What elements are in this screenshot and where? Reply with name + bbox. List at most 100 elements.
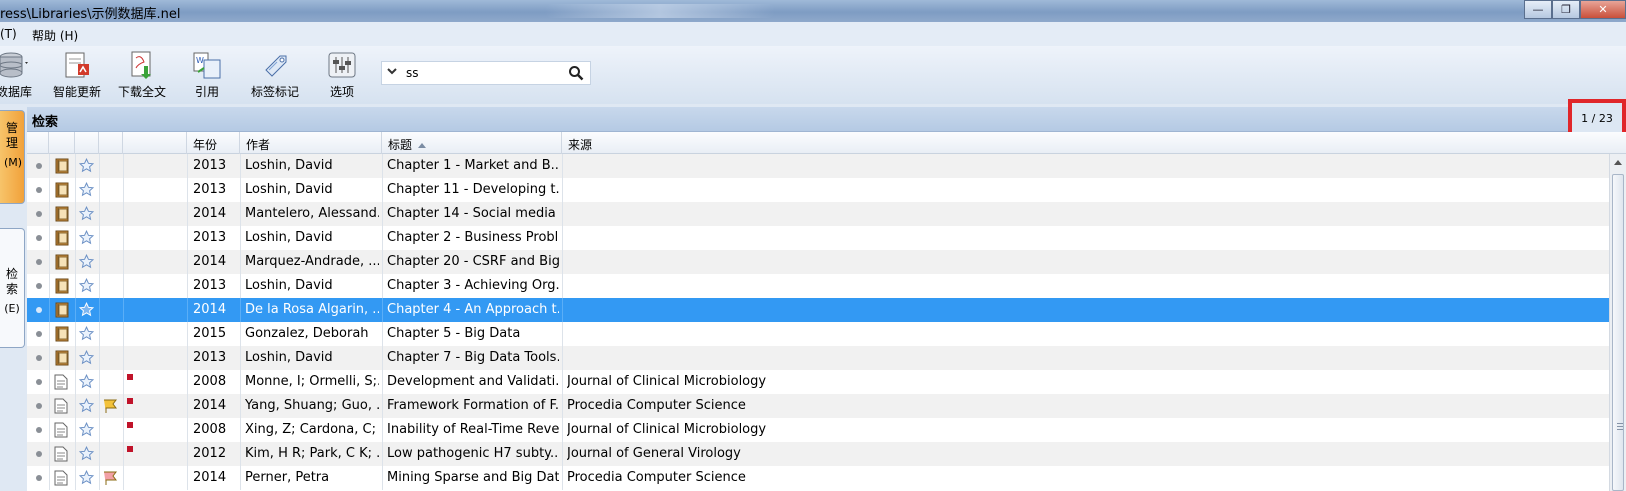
column-divider <box>99 442 100 466</box>
table-row[interactable]: 2014 De la Rosa Algarin, ... Chapter 4 - A… <box>27 298 1609 322</box>
tab-search-shortcut: (E) <box>4 302 20 315</box>
column-divider <box>49 226 50 250</box>
col-year[interactable]: 年份 <box>187 132 240 154</box>
close-button[interactable]: ✕ <box>1580 0 1626 19</box>
column-divider <box>49 274 50 298</box>
read-status-icon[interactable] <box>36 283 42 289</box>
read-status-icon[interactable] <box>36 475 42 481</box>
column-divider <box>187 298 188 322</box>
read-status-icon[interactable] <box>36 331 42 337</box>
sort-ascending-icon <box>418 143 427 148</box>
read-status-icon[interactable] <box>36 211 42 217</box>
table-row[interactable]: 2014 Mantelero, Alessand... Chapter 14 - S… <box>27 202 1609 226</box>
smart-update-label: 智能更新 <box>52 85 101 99</box>
source-cell <box>567 202 1567 226</box>
column-divider <box>382 250 383 274</box>
col-flag[interactable] <box>99 132 123 154</box>
column-divider <box>187 202 188 226</box>
menu-item-help[interactable]: 帮助 (H) <box>32 27 78 44</box>
column-divider <box>75 250 76 274</box>
col-source[interactable]: 来源 <box>562 132 1609 154</box>
column-divider <box>49 154 50 178</box>
tab-manage-shortcut: (M) <box>4 156 23 169</box>
smart-update-button[interactable]: 智能更新 <box>52 50 102 100</box>
table-row[interactable]: 2012 Kim, H R; Park, C K; ... Low pathogen… <box>27 442 1609 466</box>
table-header: 年份 作者 标题 来源 <box>27 132 1609 154</box>
column-divider <box>187 154 188 178</box>
column-divider <box>49 178 50 202</box>
menu-item-tools[interactable]: (T) <box>0 27 17 41</box>
options-button[interactable]: 选项 <box>326 50 358 100</box>
window-controls: — ❐ ✕ <box>1524 0 1626 20</box>
column-divider <box>562 394 563 418</box>
col-star[interactable] <box>75 132 99 154</box>
read-status-icon[interactable] <box>36 307 42 313</box>
vertical-scrollbar[interactable] <box>1609 154 1626 491</box>
read-status-icon[interactable] <box>36 235 42 241</box>
read-status-icon[interactable] <box>36 355 42 361</box>
col-author-label: 作者 <box>246 138 271 152</box>
search-input[interactable]: ss <box>406 66 419 80</box>
source-cell <box>567 178 1567 202</box>
column-divider <box>99 178 100 202</box>
tag-button[interactable]: 标签标记 <box>248 50 302 100</box>
window-title-blur <box>545 4 775 18</box>
read-status-icon[interactable] <box>36 187 42 193</box>
col-type[interactable] <box>49 132 75 154</box>
read-status-icon[interactable] <box>36 403 42 409</box>
tab-manage[interactable]: 管理 (M) <box>0 110 25 204</box>
scroll-up-icon[interactable] <box>1614 160 1622 165</box>
read-status-icon[interactable] <box>36 427 42 433</box>
maximize-button[interactable]: ❐ <box>1552 0 1580 19</box>
col-status[interactable] <box>27 132 49 154</box>
read-status-icon[interactable] <box>36 163 42 169</box>
table-row[interactable]: 2013 Loshin, David Chapter 1 - Market and … <box>27 154 1609 178</box>
column-divider <box>49 202 50 226</box>
table-row[interactable]: 2015 Gonzalez, Deborah Chapter 5 - Big Dat… <box>27 322 1609 346</box>
minimize-button[interactable]: — <box>1524 0 1552 19</box>
col-marker[interactable] <box>123 132 187 154</box>
column-divider <box>123 346 124 370</box>
chevron-down-icon[interactable] <box>386 64 398 81</box>
source-cell: Procedia Computer Science <box>567 398 746 413</box>
tab-search-label: 检索 <box>5 267 18 296</box>
column-divider <box>382 154 383 178</box>
read-status-icon[interactable] <box>36 451 42 457</box>
options-icon <box>328 52 356 78</box>
column-divider <box>75 370 76 394</box>
scrollbar-thumb[interactable] <box>1612 174 1624 491</box>
read-status-icon[interactable] <box>36 379 42 385</box>
database-button[interactable]: 数据库 <box>0 50 34 100</box>
column-divider <box>123 250 124 274</box>
column-divider <box>382 274 383 298</box>
source-cell <box>567 250 1567 274</box>
cite-button[interactable]: W 引用 <box>190 50 224 100</box>
column-divider <box>562 322 563 346</box>
table-row[interactable]: 2013 Loshin, David Chapter 3 - Achieving O… <box>27 274 1609 298</box>
attachment-marker-icon <box>127 422 133 428</box>
table-row[interactable]: 2013 Loshin, David Chapter 11 - Developing… <box>27 178 1609 202</box>
column-divider <box>382 466 383 490</box>
read-status-icon[interactable] <box>36 259 42 265</box>
year-cell: 2014 <box>193 254 227 269</box>
flag-icon[interactable] <box>102 470 120 491</box>
column-divider <box>99 346 100 370</box>
star-icon[interactable] <box>79 470 94 491</box>
table-row[interactable]: 2008 Xing, Z; Cardona, C; ... Inability of… <box>27 418 1609 442</box>
table-row[interactable]: 2013 Loshin, David Chapter 7 - Big Data To… <box>27 346 1609 370</box>
year-cell: 2008 <box>193 374 227 389</box>
col-title[interactable]: 标题 <box>382 132 562 154</box>
attachment-marker-icon <box>127 374 133 380</box>
search-icon[interactable] <box>568 65 584 85</box>
table-row[interactable]: 2014 Marquez-Andrade, ... Chapter 20 - CSR… <box>27 250 1609 274</box>
col-author[interactable]: 作者 <box>240 132 382 154</box>
toolbar: 数据库 智能更新 下载全文 W 引用 标签标记 选项 ss <box>0 46 1626 104</box>
reference-table: 年份 作者 标题 来源 2013 Loshin, David Chapter 1 -… <box>27 132 1609 491</box>
table-row[interactable]: 2014 Perner, Petra Mining Sparse and Big D… <box>27 466 1609 490</box>
tab-search[interactable]: 检索 (E) <box>0 228 25 348</box>
table-row[interactable]: 2014 Yang, Shuang; Guo, ... Framework Form… <box>27 394 1609 418</box>
quick-search[interactable]: ss <box>381 61 591 85</box>
table-row[interactable]: 2008 Monne, I; Ormelli, S;... Development … <box>27 370 1609 394</box>
table-row[interactable]: 2013 Loshin, David Chapter 2 - Business Pr… <box>27 226 1609 250</box>
download-fulltext-button[interactable]: 下载全文 <box>117 50 167 100</box>
